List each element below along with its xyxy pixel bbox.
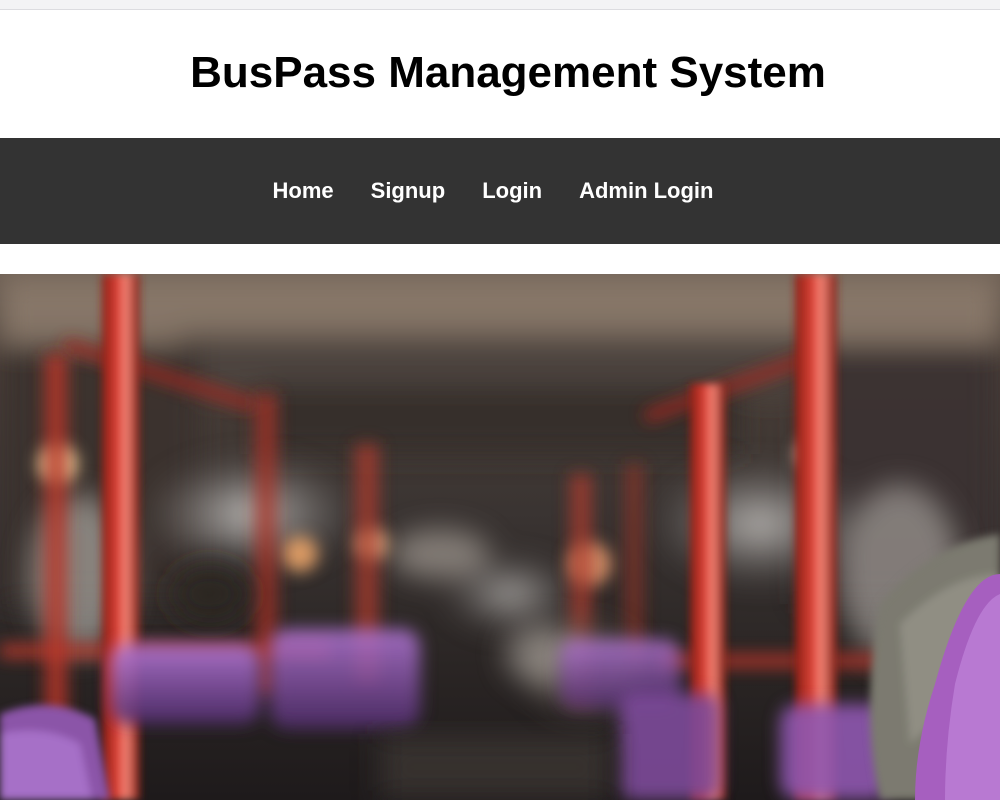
nav-link-admin-login[interactable]: Admin Login bbox=[561, 178, 732, 203]
nav-link-login[interactable]: Login bbox=[464, 178, 561, 203]
nav-list: Home Signup Login Admin Login bbox=[254, 178, 732, 204]
nav-link-signup[interactable]: Signup bbox=[352, 178, 464, 203]
hero-image-bus-interior bbox=[0, 274, 1000, 800]
browser-top-strip bbox=[0, 0, 1000, 10]
hero-banner bbox=[0, 274, 1000, 800]
page-title: BusPass Management System bbox=[190, 48, 826, 97]
nav-link-home[interactable]: Home bbox=[254, 178, 352, 203]
main-navbar: Home Signup Login Admin Login bbox=[0, 138, 1000, 244]
site-header: BusPass Management System bbox=[0, 10, 1000, 138]
